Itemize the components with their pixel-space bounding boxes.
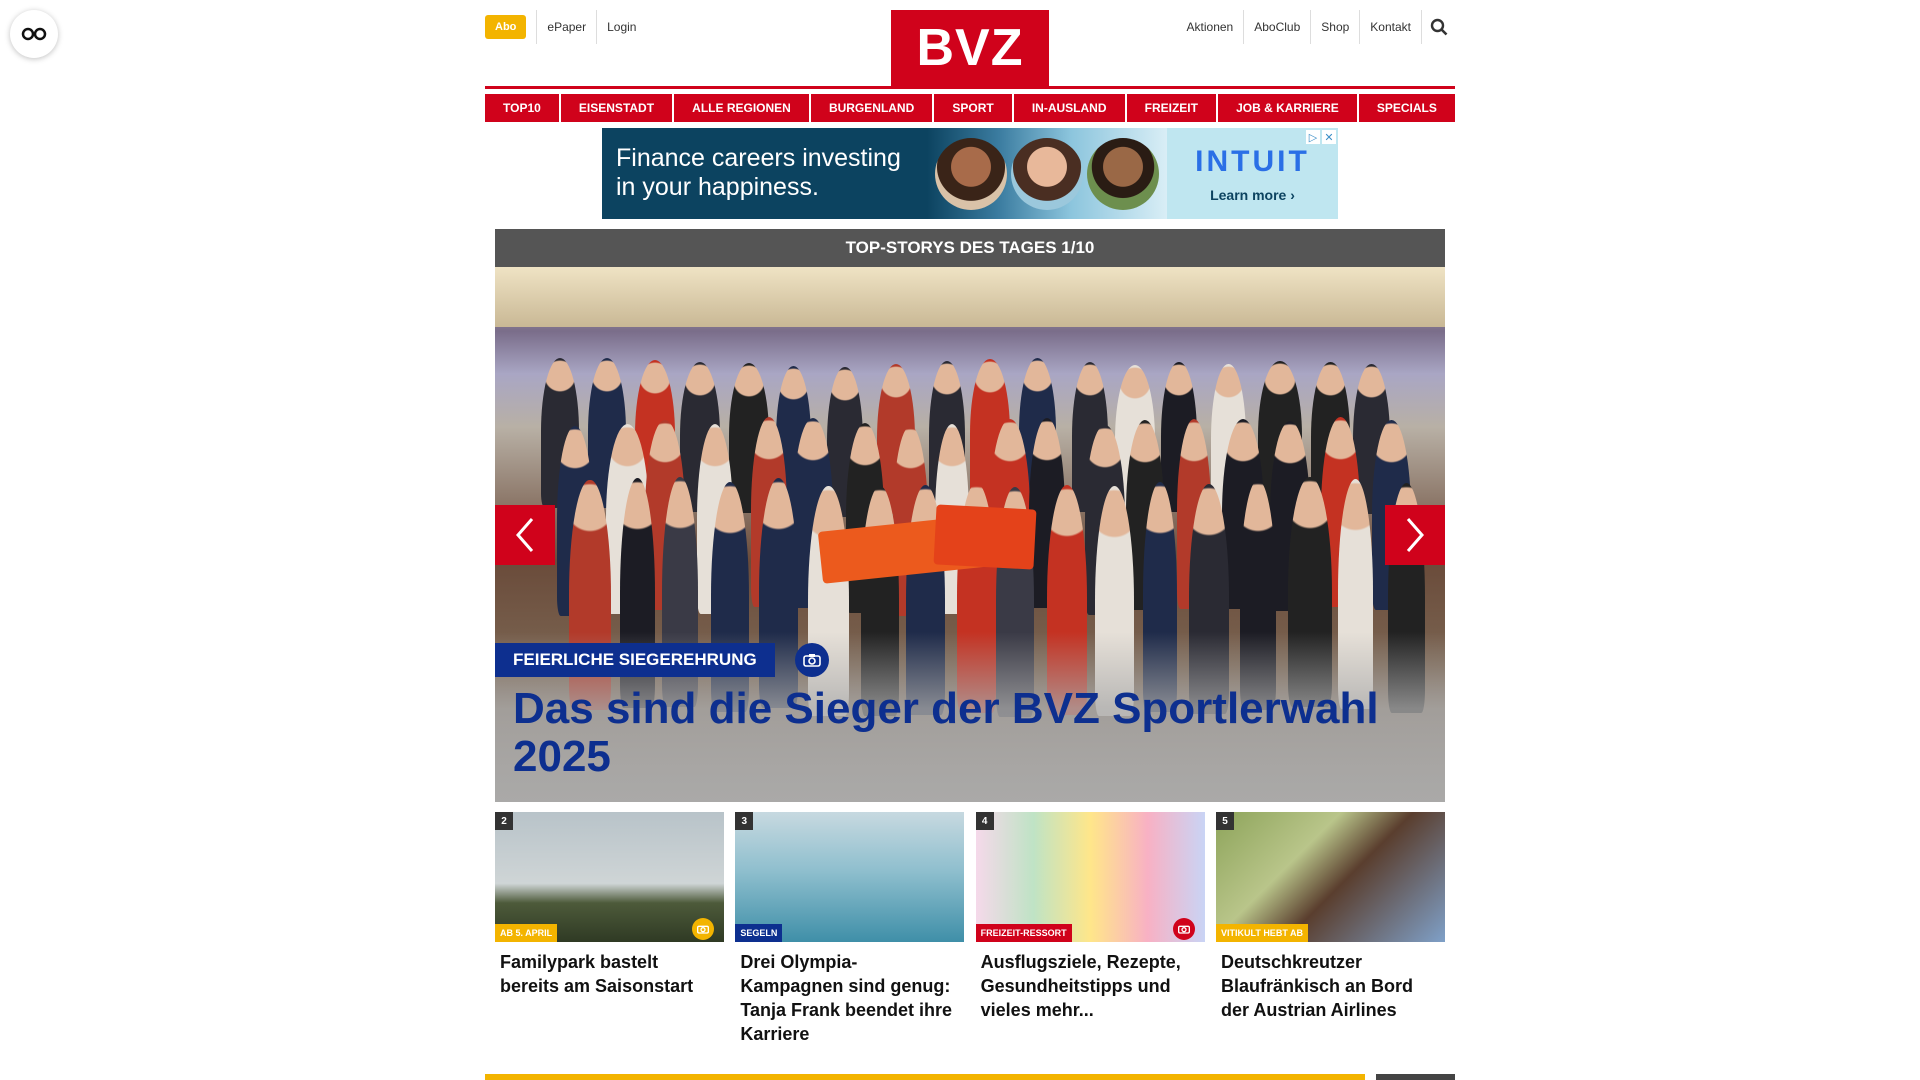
reader-mode-button[interactable] xyxy=(10,10,58,58)
nav-item-top10[interactable]: TOP10 xyxy=(485,94,559,122)
hero-title[interactable]: Das sind die Sieger der BVZ Sportlerwahl… xyxy=(513,685,1405,781)
main-nav: TOP10 EISENSTADT ALLE REGIONEN BURGENLAN… xyxy=(485,94,1455,122)
teaser-tag: FREIZEIT-RESSORT xyxy=(975,924,1072,942)
camera-icon xyxy=(1172,918,1195,940)
nav-item-job-karriere[interactable]: JOB & KARRIERE xyxy=(1218,94,1357,122)
teaser-title[interactable]: Ausflugsziele, Rezepte, Gesundheitstipps… xyxy=(976,942,1205,1022)
page-container: Abo ePaper Login BVZ Aktionen AboClub Sh… xyxy=(485,0,1455,1046)
teaser-number: 4 xyxy=(975,812,994,830)
epaper-link[interactable]: ePaper xyxy=(536,10,596,44)
chevron-right-icon xyxy=(1406,518,1424,552)
teaser-card[interactable]: 5 VITIKULT HEBT AB Deutschkreutzer Blauf… xyxy=(1215,812,1445,1046)
top-stories: TOP-STORYS DES TAGES 1/10 FEIERLICHE SIE… xyxy=(495,229,1445,802)
nav-item-freizeit[interactable]: FREIZEIT xyxy=(1126,94,1216,122)
promo-bar[interactable] xyxy=(485,1074,1365,1080)
adchoices-icon[interactable]: ▷ xyxy=(1306,130,1320,144)
nav-item-eisenstadt[interactable]: EISENSTADT xyxy=(560,94,673,122)
ad-headline: Finance careers investing in your happin… xyxy=(602,128,927,219)
login-link[interactable]: Login xyxy=(596,10,646,44)
nav-item-burgenland[interactable]: BURGENLAND xyxy=(810,94,933,122)
kontakt-link[interactable]: Kontakt xyxy=(1359,10,1421,44)
teaser-image: 2 AB 5. APRIL xyxy=(495,812,724,942)
teaser-tag: VITIKULT HEBT AB xyxy=(1215,924,1308,942)
teaser-title[interactable]: Familypark bastelt bereits am Saisonstar… xyxy=(495,942,724,998)
top-stories-header: TOP-STORYS DES TAGES 1/10 xyxy=(495,229,1445,267)
teaser-card[interactable]: 3 SEGELN Drei Olympia-Kampagnen sind gen… xyxy=(735,812,965,1046)
teaser-image: 3 SEGELN xyxy=(735,812,965,942)
chevron-left-icon xyxy=(516,518,534,552)
teaser-number: 2 xyxy=(495,812,513,830)
promo-side-bar[interactable] xyxy=(1376,1074,1455,1080)
ad-photo xyxy=(927,128,1167,219)
teaser-image: 5 VITIKULT HEBT AB xyxy=(1215,812,1445,942)
shop-link[interactable]: Shop xyxy=(1310,10,1359,44)
camera-icon xyxy=(794,643,829,677)
search-button[interactable] xyxy=(1421,10,1455,44)
teaser-card[interactable]: 4 FREIZEIT-RESSORT Ausflugsziele, Rezept… xyxy=(975,812,1205,1046)
nav-item-in-ausland[interactable]: IN-AUSLAND xyxy=(1013,94,1125,122)
carousel-prev-button[interactable] xyxy=(495,505,555,565)
utility-bar: Abo ePaper Login BVZ Aktionen AboClub Sh… xyxy=(485,0,1455,86)
abo-button[interactable]: Abo xyxy=(485,15,527,39)
carousel-next-button[interactable] xyxy=(1385,505,1445,565)
teaser-row: 2 AB 5. APRIL Familypark bastelt bereits… xyxy=(495,812,1445,1046)
teaser-title[interactable]: Drei Olympia-Kampagnen sind genug: Tanja… xyxy=(735,942,964,1046)
ad-cta[interactable]: Learn more › xyxy=(1210,187,1295,203)
hero-story[interactable]: FEIERLICHE SIEGEREHRUNG Das sind die Sie… xyxy=(495,267,1445,802)
nav-item-alle-regionen[interactable]: ALLE REGIONEN xyxy=(674,94,809,122)
search-icon xyxy=(1430,18,1447,36)
nav-item-sport[interactable]: SPORT xyxy=(934,94,1012,122)
ad-banner[interactable]: Finance careers investing in your happin… xyxy=(602,128,1338,219)
aktionen-link[interactable]: Aktionen xyxy=(1177,10,1244,44)
hero-kicker: FEIERLICHE SIEGEREHRUNG xyxy=(495,643,775,677)
camera-icon xyxy=(692,918,714,940)
teaser-image: 4 FREIZEIT-RESSORT xyxy=(975,812,1205,942)
aboclub-link[interactable]: AboClub xyxy=(1243,10,1310,44)
teaser-number: 5 xyxy=(1215,812,1234,830)
header-divider xyxy=(485,86,1455,89)
nav-item-specials[interactable]: SPECIALS xyxy=(1358,94,1455,122)
teaser-number: 3 xyxy=(735,812,754,830)
ad-brand: INTUIT xyxy=(1195,144,1310,178)
glasses-icon xyxy=(21,27,47,41)
teaser-tag: SEGELN xyxy=(735,924,783,942)
teaser-tag: AB 5. APRIL xyxy=(495,924,558,942)
close-icon[interactable]: ✕ xyxy=(1322,130,1336,144)
teaser-card[interactable]: 2 AB 5. APRIL Familypark bastelt bereits… xyxy=(495,812,724,1046)
bvz-logo[interactable]: BVZ xyxy=(891,10,1049,86)
teaser-title[interactable]: Deutschkreutzer Blaufränkisch an Bord de… xyxy=(1216,942,1445,1022)
